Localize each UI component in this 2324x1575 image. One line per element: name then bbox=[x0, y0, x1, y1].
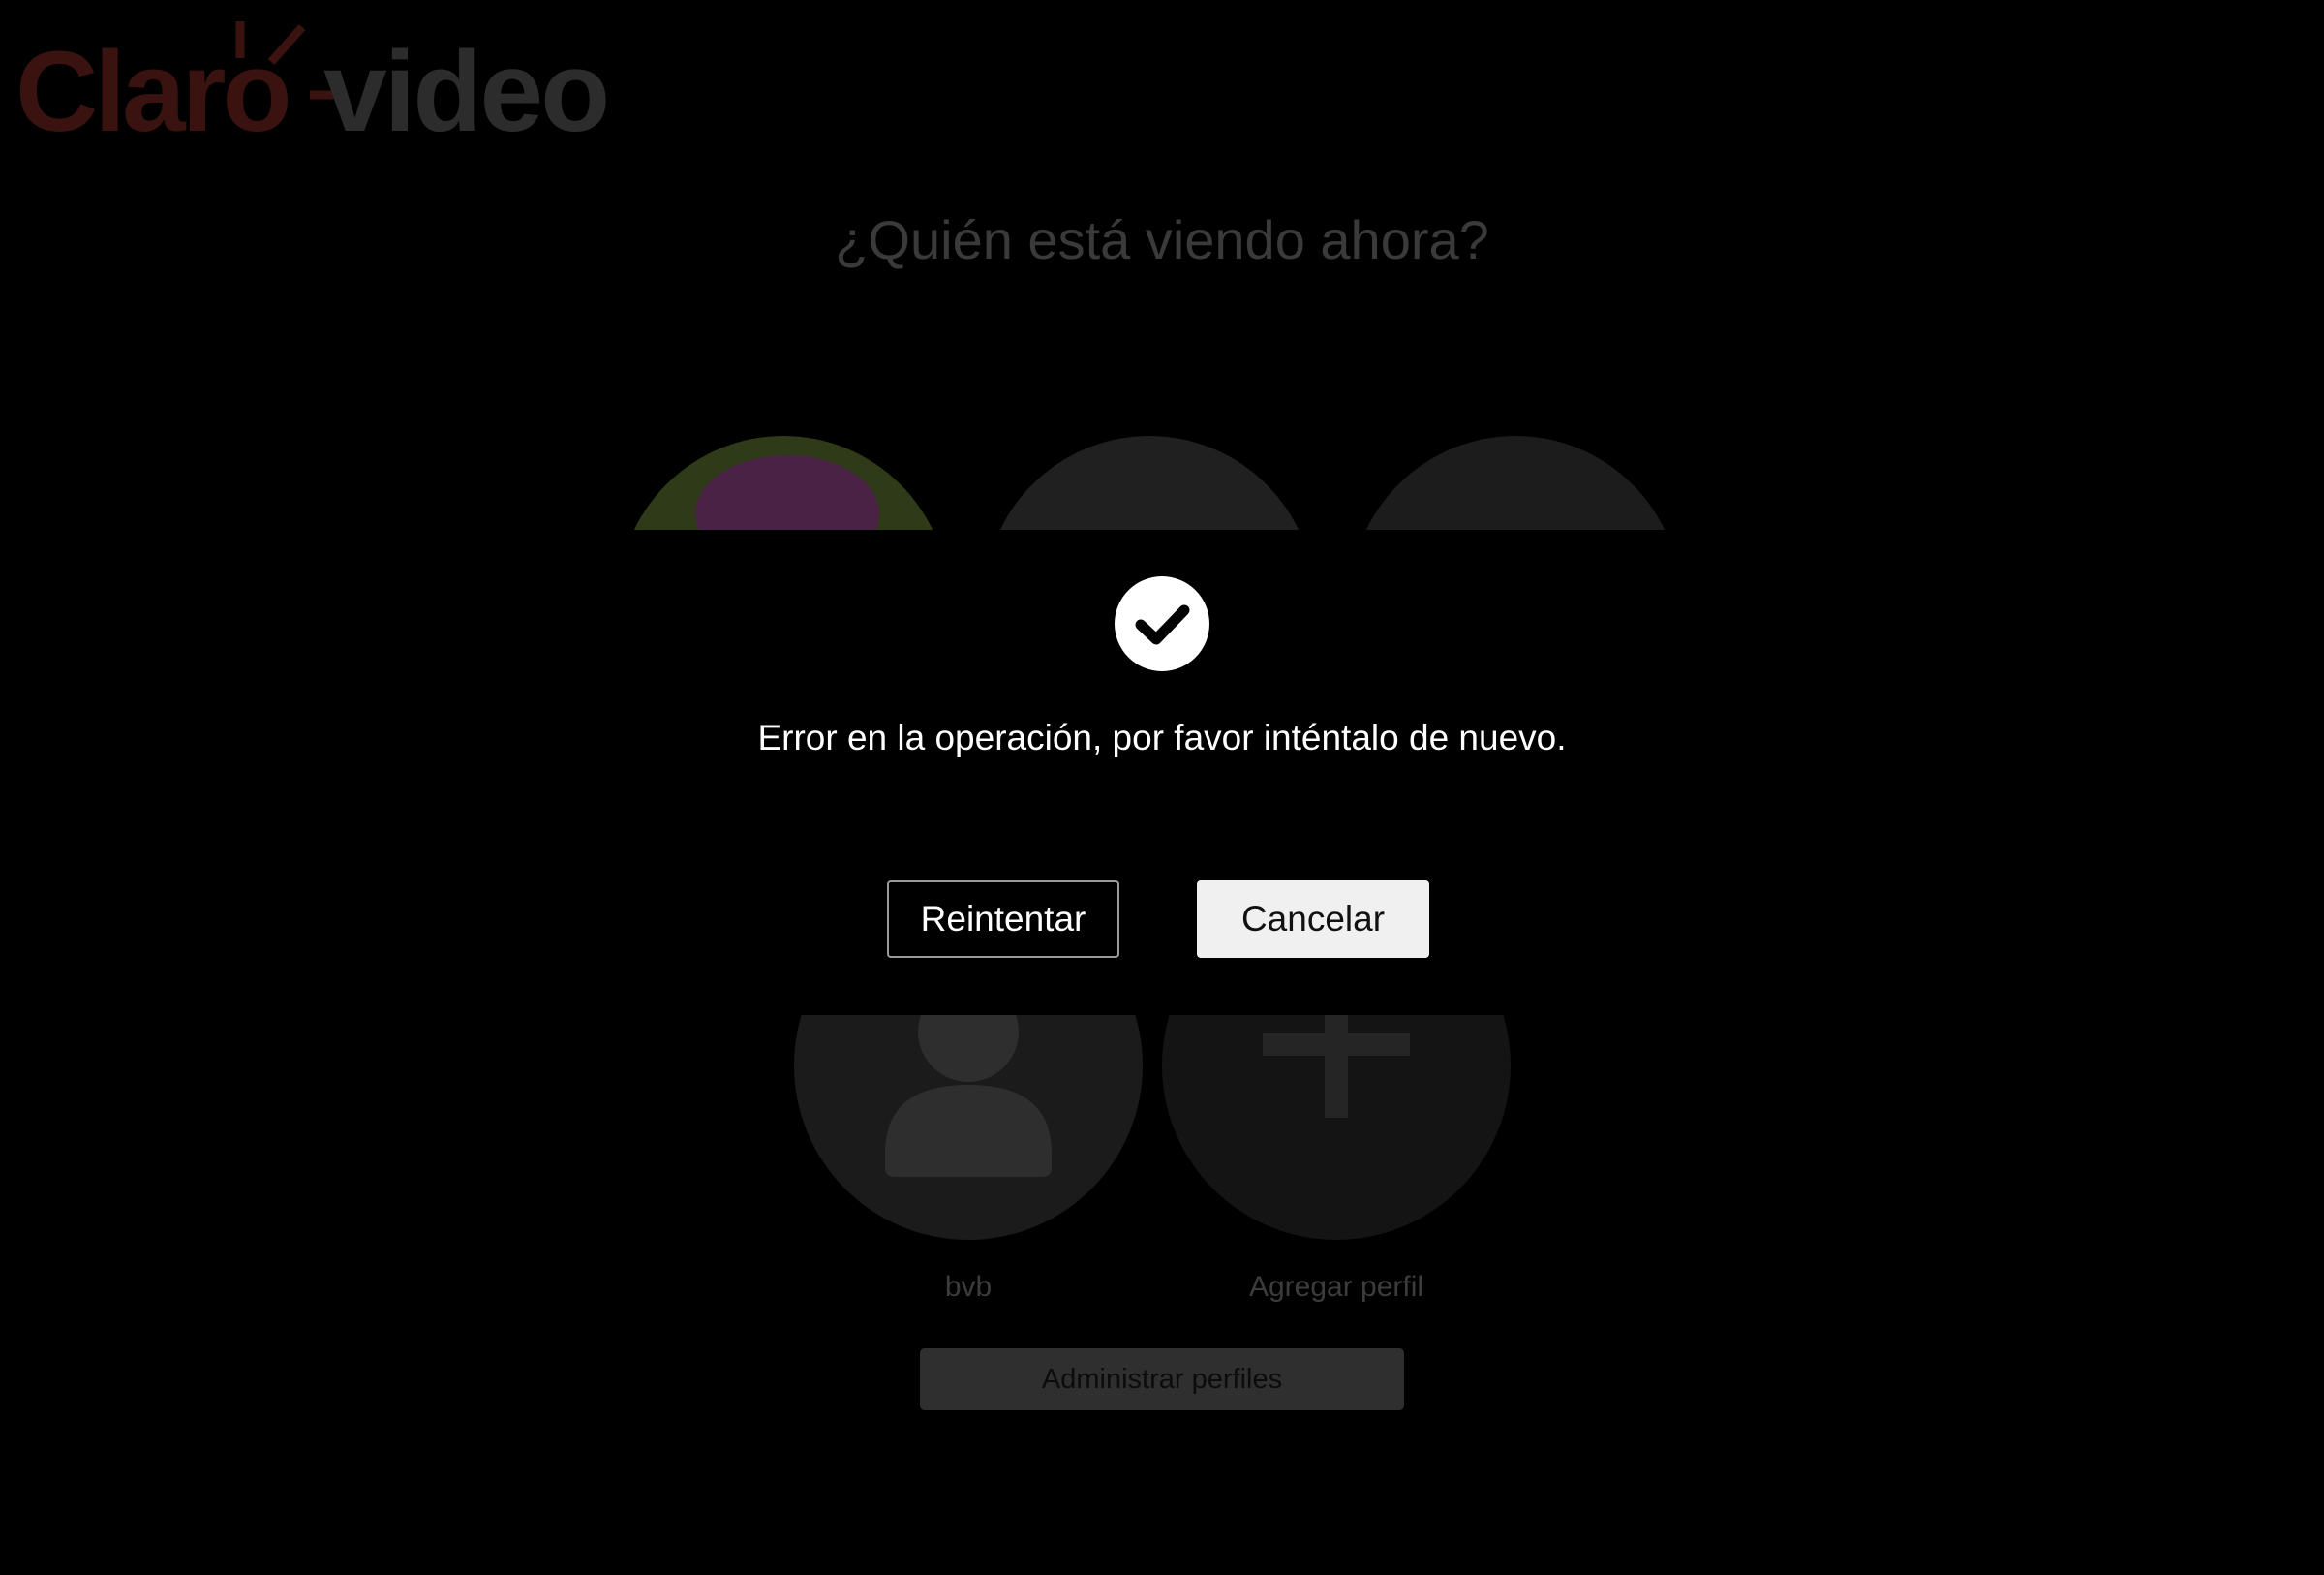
error-dialog: Error en la operación, por favor inténta… bbox=[0, 530, 2324, 1015]
claro-video-logo: Claro video bbox=[15, 17, 610, 149]
cancel-button[interactable]: Cancelar bbox=[1197, 880, 1429, 958]
add-profile-label: Agregar perfil bbox=[1248, 1271, 1424, 1303]
retry-button[interactable]: Reintentar bbox=[887, 880, 1119, 958]
check-circle-icon bbox=[1115, 576, 1209, 671]
profile-selection-screen: Claro video ¿Quién está viendo ahora? bv… bbox=[0, 0, 2324, 1575]
page-title: ¿Quién está viendo ahora? bbox=[835, 209, 1489, 270]
profile-name-bvb: bvb bbox=[944, 1271, 993, 1303]
logo-text-video: video bbox=[323, 28, 610, 156]
dialog-message: Error en la operación, por favor inténta… bbox=[757, 718, 1567, 757]
manage-profiles-button[interactable]: Administrar perfiles bbox=[920, 1348, 1404, 1410]
logo-text-claro: Claro bbox=[15, 28, 292, 156]
